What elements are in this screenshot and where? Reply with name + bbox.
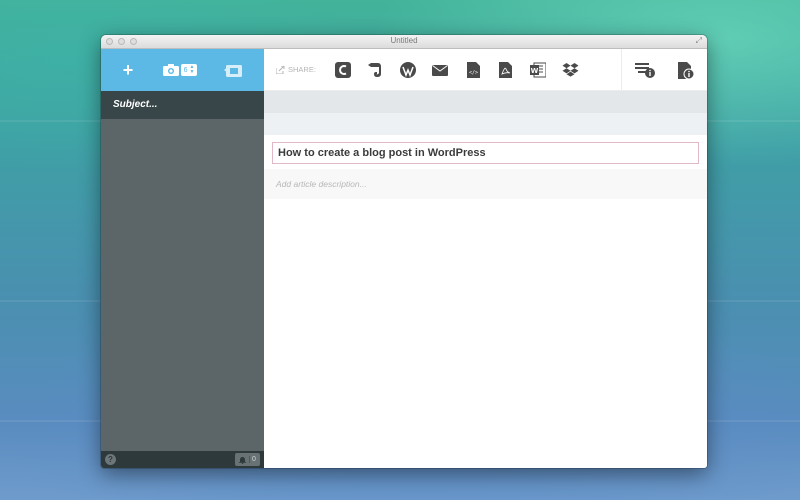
email-icon[interactable]	[431, 61, 449, 79]
svg-text:</>: </>	[468, 70, 477, 76]
import-photo-button[interactable]	[219, 49, 247, 91]
share-arrow-icon	[276, 65, 285, 74]
article-description-field[interactable]: Add article description...	[264, 169, 707, 199]
share-label-text: SHARE:	[288, 65, 316, 74]
subject-placeholder: Subject...	[113, 99, 158, 110]
document-info-icon[interactable]	[676, 61, 696, 79]
camera-count-stepper[interactable]: 6 ▲ ▼	[180, 64, 198, 76]
plus-icon: +	[122, 59, 134, 80]
app-window: Untitled ⤢ + 6 ▲ ▼ Subject... ? 0 SHARE:…	[101, 35, 707, 468]
dropbox-icon[interactable]	[561, 61, 579, 79]
add-article-button[interactable]: +	[113, 49, 143, 91]
help-icon[interactable]: ?	[105, 454, 116, 465]
description-placeholder: Add article description...	[276, 179, 367, 189]
title-bar: Untitled ⤢	[101, 35, 707, 49]
window-title: Untitled	[390, 36, 418, 45]
fullscreen-icon[interactable]: ⤢	[696, 36, 702, 46]
wordpress-icon[interactable]	[399, 61, 417, 79]
notification-count: 0	[249, 456, 256, 463]
svg-text:W: W	[531, 67, 539, 75]
photo-import-icon	[224, 64, 242, 77]
camera-icon	[162, 64, 179, 76]
creative-icon[interactable]	[334, 61, 352, 79]
sidebar-toolbar: + 6 ▲ ▼	[101, 49, 264, 91]
stepper-arrows-icon: ▲ ▼	[189, 64, 195, 75]
list-info-icon[interactable]	[634, 61, 656, 79]
camera-count: 6	[183, 66, 188, 74]
format-bar	[264, 91, 707, 113]
subject-list-item[interactable]: Subject...	[101, 91, 264, 119]
notifications-button[interactable]: 0	[235, 453, 260, 466]
editor-pane: SHARE: </> W How to create a blog post i…	[264, 49, 707, 468]
meta-bar	[264, 113, 707, 135]
toolbar-divider	[621, 49, 622, 91]
pdf-icon[interactable]	[496, 61, 514, 79]
html-icon[interactable]: </>	[464, 61, 482, 79]
share-toolbar: SHARE: </> W	[264, 49, 707, 91]
article-title-input[interactable]	[272, 142, 699, 164]
word-icon[interactable]: W	[529, 61, 547, 79]
bell-icon	[235, 456, 249, 464]
sidebar: + 6 ▲ ▼ Subject... ? 0	[101, 49, 264, 468]
sidebar-footer: ? 0	[101, 451, 264, 468]
camera-button[interactable]: 6 ▲ ▼	[159, 49, 201, 91]
evernote-icon[interactable]	[366, 61, 384, 79]
share-label: SHARE:	[276, 65, 316, 74]
